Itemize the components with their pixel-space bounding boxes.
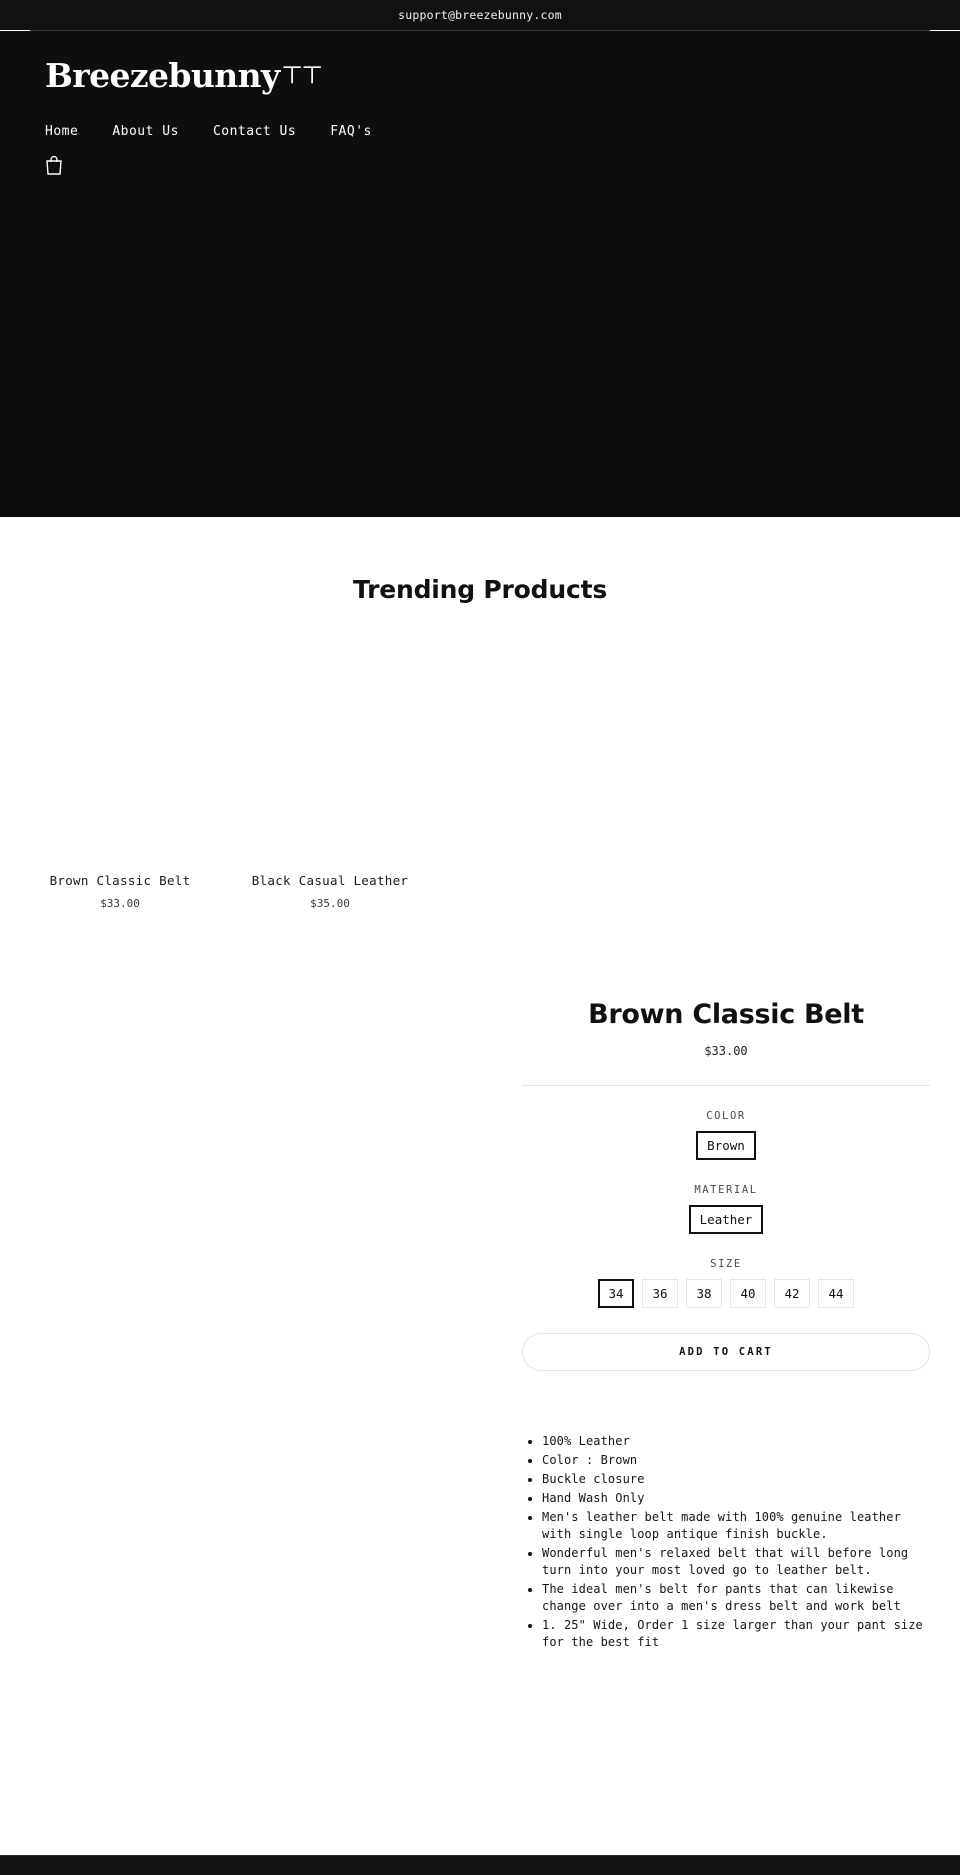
nav-item-contact-us[interactable]: Contact Us (213, 124, 296, 139)
option-value-size-34[interactable]: 34 (598, 1279, 634, 1308)
product-price: $33.00 (100, 897, 140, 910)
product-card[interactable]: Black Casual Leather $35.00 (240, 640, 420, 910)
product-description-list: 100% Leather Color : Brown Buckle closur… (522, 1433, 930, 1651)
product-detail-info: Brown Classic Belt $33.00 COLOR Brown MA… (522, 962, 930, 1662)
detail-divider (522, 1085, 930, 1086)
product-detail-section: Brown Classic Belt $33.00 COLOR Brown MA… (0, 962, 960, 1662)
shopping-bag-icon[interactable] (45, 155, 63, 175)
trending-products-title: Trending Products (352, 575, 608, 604)
description-bullet: 100% Leather (542, 1433, 930, 1450)
description-bullet: Color : Brown (542, 1452, 930, 1469)
site-header-hero: Breezebunny ㄒㄒ Home About Us Contact Us … (0, 31, 960, 517)
add-to-cart-button[interactable]: ADD TO CART (522, 1333, 930, 1371)
product-grid: Brown Classic Belt $33.00 Black Casual L… (0, 640, 960, 910)
option-label-color: COLOR (706, 1110, 746, 1122)
option-value-brown[interactable]: Brown (696, 1131, 756, 1160)
option-value-size-44[interactable]: 44 (818, 1279, 854, 1308)
logo-glyph-mark: ㄒㄒ (281, 63, 323, 87)
site-footer (0, 1855, 960, 1875)
product-thumbnail[interactable] (30, 640, 210, 865)
description-bullet: Buckle closure (542, 1471, 930, 1488)
option-value-size-40[interactable]: 40 (730, 1279, 766, 1308)
description-bullet: The ideal men's belt for pants that can … (542, 1581, 930, 1615)
description-bullet: 1. 25" Wide, Order 1 size larger than yo… (542, 1617, 930, 1651)
product-card[interactable]: Brown Classic Belt $33.00 (30, 640, 210, 910)
product-detail-title: Brown Classic Belt (588, 999, 864, 1030)
product-detail-gallery[interactable] (0, 962, 522, 1662)
description-bullet: Hand Wash Only (542, 1490, 930, 1507)
site-logo[interactable]: Breezebunny ㄒㄒ (45, 31, 915, 92)
product-title: Brown Classic Belt (49, 873, 191, 888)
product-detail-price: $33.00 (704, 1044, 748, 1058)
option-value-size-42[interactable]: 42 (774, 1279, 810, 1308)
page-root: support@breezebunny.com Breezebunny ㄒㄒ H… (0, 0, 960, 1875)
nav-item-home[interactable]: Home (45, 124, 78, 139)
option-values-color: Brown (522, 1131, 930, 1160)
option-value-leather[interactable]: Leather (688, 1205, 764, 1234)
option-values-size: 34 36 38 40 42 44 (522, 1279, 930, 1308)
description-bullet: Wonderful men's relaxed belt that will b… (542, 1545, 930, 1579)
main-navigation: Home About Us Contact Us FAQ's (45, 124, 915, 139)
trending-products-section: Trending Products Brown Classic Belt $33… (0, 517, 960, 910)
cart-row (45, 155, 915, 179)
option-label-size: SIZE (710, 1258, 742, 1270)
product-title: Black Casual Leather (251, 873, 409, 888)
support-email[interactable]: support@breezebunny.com (398, 8, 562, 22)
option-value-size-36[interactable]: 36 (642, 1279, 678, 1308)
nav-item-faqs[interactable]: FAQ's (330, 124, 372, 139)
announcement-bar: support@breezebunny.com (0, 0, 960, 30)
product-price: $35.00 (310, 897, 350, 910)
product-thumbnail[interactable] (240, 640, 420, 865)
logo-wordmark: Breezebunny (45, 56, 280, 95)
option-label-material: MATERIAL (694, 1184, 758, 1196)
nav-item-about-us[interactable]: About Us (112, 124, 179, 139)
description-bullet: Men's leather belt made with 100% genuin… (542, 1509, 930, 1543)
option-value-size-38[interactable]: 38 (686, 1279, 722, 1308)
option-values-material: Leather (522, 1205, 930, 1234)
